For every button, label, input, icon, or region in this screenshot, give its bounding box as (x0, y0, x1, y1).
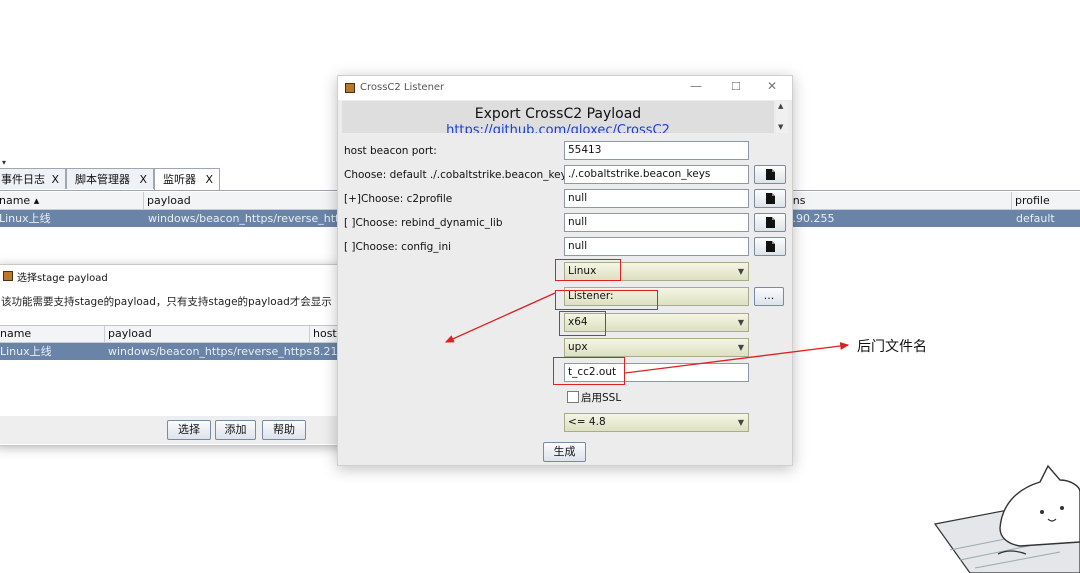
cat-doodle-icon (933, 464, 1080, 573)
annotation-arrows (444, 292, 850, 374)
arrow-filename-to-note (624, 342, 850, 374)
annotation-note: 后门文件名 (857, 339, 927, 355)
arrow-listener-to-dialog (444, 292, 556, 343)
